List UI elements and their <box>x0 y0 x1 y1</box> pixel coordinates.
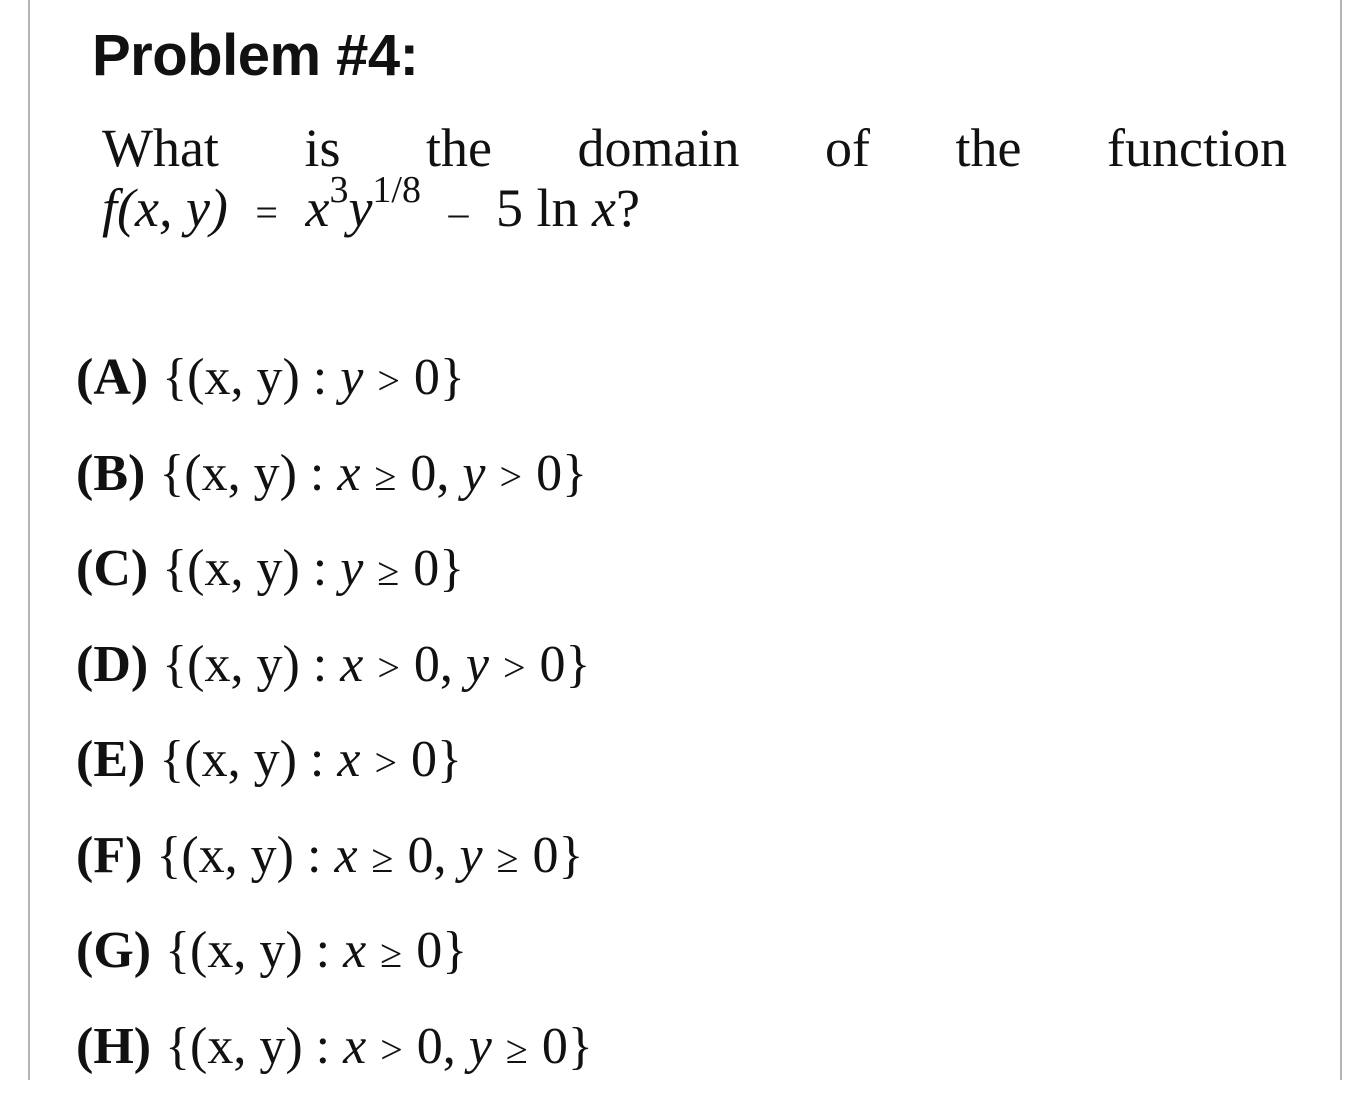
term-x-base: x <box>305 178 329 238</box>
answer-option[interactable]: (C){(x, y) : y≥0} <box>76 539 593 635</box>
question-word: of <box>825 118 870 178</box>
term-y-base: y <box>348 178 372 238</box>
condition-relation: ≥ <box>372 829 394 889</box>
condition-relation: > <box>377 351 400 411</box>
answer-option[interactable]: (D){(x, y) : x>0, y>0} <box>76 635 593 731</box>
condition-variable: x <box>343 922 366 979</box>
answer-option[interactable]: (G){(x, y) : x≥0} <box>76 921 593 1017</box>
condition-relation: > <box>374 733 397 793</box>
condition-relation: > <box>503 638 526 698</box>
option-set-close: } <box>440 349 465 406</box>
condition-value: 0 <box>414 636 440 693</box>
option-label: (G) <box>76 922 151 979</box>
condition-value: 0 <box>542 1018 568 1075</box>
condition-variable: y <box>340 349 363 406</box>
equals-sign: = <box>255 183 278 243</box>
condition-variable: y <box>340 540 363 597</box>
condition-relation: > <box>380 1020 403 1080</box>
question-word: the <box>426 118 492 178</box>
option-set-open: {(x, y) : <box>159 731 324 788</box>
question-mark: ? <box>616 178 640 238</box>
condition-relation: > <box>500 447 523 507</box>
condition-value: 0 <box>410 445 436 502</box>
condition-value: 0 <box>540 636 566 693</box>
option-set-close: } <box>439 540 464 597</box>
option-set-open: {(x, y) : <box>156 827 321 884</box>
question-line-1: What is the domain of the function <box>102 118 1287 178</box>
condition-value: 0 <box>417 1018 443 1075</box>
condition-variable: y <box>469 1018 492 1075</box>
question-word: domain <box>578 118 740 178</box>
option-label: (H) <box>76 1018 151 1075</box>
option-set-open: {(x, y) : <box>165 922 330 979</box>
condition-value: 0 <box>536 445 562 502</box>
option-set-close: } <box>437 731 462 788</box>
answer-option[interactable]: (A){(x, y) : y>0} <box>76 348 593 444</box>
condition-relation: ≥ <box>380 924 402 984</box>
option-set-open: {(x, y) : <box>159 445 324 502</box>
log-variable: x <box>592 178 616 238</box>
condition-relation: ≥ <box>374 447 396 507</box>
condition-variable: y <box>462 445 485 502</box>
option-set-close: } <box>562 445 587 502</box>
condition-value: 0 <box>416 922 442 979</box>
option-label: (F) <box>76 827 142 884</box>
option-set-open: {(x, y) : <box>162 540 327 597</box>
option-set-open: {(x, y) : <box>162 349 327 406</box>
term-x-exponent: 3 <box>329 169 348 211</box>
option-set-open: {(x, y) : <box>165 1018 330 1075</box>
term-y-exponent: 1/8 <box>372 169 421 211</box>
minus-sign: – <box>448 183 468 243</box>
condition-relation: ≥ <box>497 829 519 889</box>
question-word: the <box>956 118 1022 178</box>
option-label: (B) <box>76 445 145 502</box>
option-label: (A) <box>76 349 148 406</box>
condition-separator: , <box>434 827 460 884</box>
log-term: 5 ln <box>496 178 579 238</box>
condition-variable: y <box>466 636 489 693</box>
option-set-close: } <box>559 827 584 884</box>
condition-relation: > <box>377 638 400 698</box>
condition-value: 0 <box>413 540 439 597</box>
condition-separator: , <box>443 1018 469 1075</box>
condition-variable: x <box>340 636 363 693</box>
question-word: function <box>1107 118 1287 178</box>
option-label: (D) <box>76 636 148 693</box>
answer-options: (A){(x, y) : y>0}(B){(x, y) : x≥0, y>0}(… <box>76 348 593 1112</box>
option-set-close: } <box>566 636 591 693</box>
answer-option[interactable]: (F){(x, y) : x≥0, y≥0} <box>76 826 593 922</box>
condition-value: 0 <box>533 827 559 884</box>
condition-variable: y <box>460 827 483 884</box>
condition-relation: ≥ <box>377 542 399 602</box>
option-set-close: } <box>568 1018 593 1075</box>
condition-value: 0 <box>414 349 440 406</box>
condition-separator: , <box>440 636 466 693</box>
option-label: (E) <box>76 731 145 788</box>
condition-separator: , <box>436 445 462 502</box>
option-set-open: {(x, y) : <box>162 636 327 693</box>
condition-value: 0 <box>411 731 437 788</box>
question-text: What is the domain of the function f(x, … <box>102 118 1287 248</box>
condition-variable: x <box>343 1018 366 1075</box>
function-lhs: f(x, y) <box>102 178 228 238</box>
function-formula: f(x, y) = x3y1/8 – 5 ln x? <box>102 178 1287 248</box>
answer-option[interactable]: (B){(x, y) : x≥0, y >0} <box>76 444 593 540</box>
condition-relation: ≥ <box>506 1020 528 1080</box>
condition-variable: x <box>337 731 360 788</box>
question-word: What <box>102 118 219 178</box>
answer-option[interactable]: (E){(x, y) : x>0} <box>76 730 593 826</box>
problem-title: Problem #4: <box>92 22 419 89</box>
document-page: Problem #4: What is the domain of the fu… <box>28 0 1342 1080</box>
answer-option[interactable]: (H){(x, y) : x>0, y≥0} <box>76 1017 593 1112</box>
option-set-close: } <box>442 922 467 979</box>
condition-variable: x <box>334 827 357 884</box>
condition-value: 0 <box>408 827 434 884</box>
option-label: (C) <box>76 540 148 597</box>
condition-variable: x <box>337 445 360 502</box>
